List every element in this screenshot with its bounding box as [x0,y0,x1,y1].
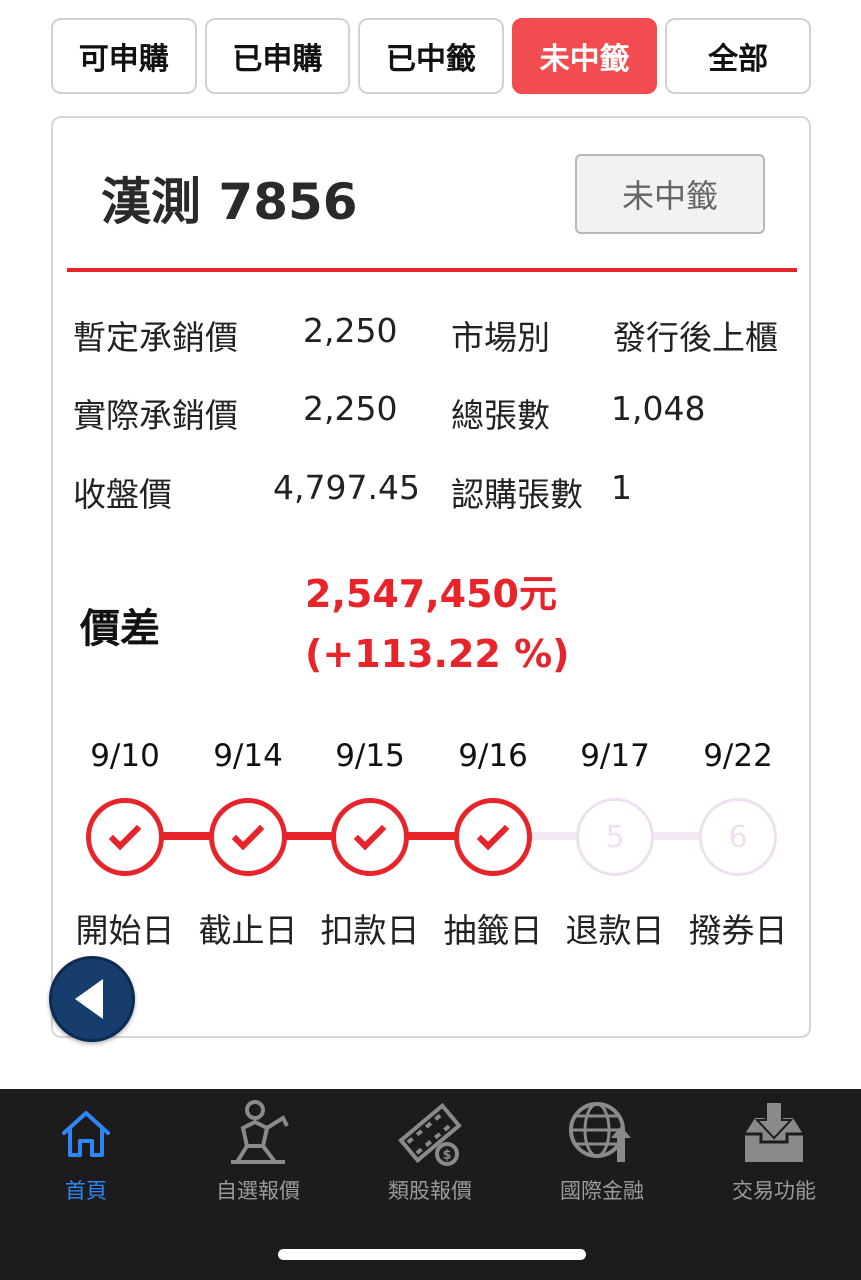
step-label-1: 開始日 [75,911,175,950]
svg-text:$: $ [442,1148,451,1163]
inbox-download-icon [738,1097,810,1169]
stock-title: 漢測 7856 [101,173,358,231]
tab-won[interactable]: 已中籤 [358,18,504,94]
price-diff-value: 2,547,450元 (+113.22 %) [305,572,570,676]
divider [67,268,797,272]
nav-watchlist-label: 自選報價 [216,1179,300,1203]
subscribe-lots-value: 1 [611,468,632,507]
tab-applied[interactable]: 已申購 [204,18,351,94]
step-circle-6: 6 [699,798,777,876]
subscribe-lots-label: 認購張數 [451,475,583,514]
step-circle-4 [454,798,532,876]
close-price-label: 收盤價 [73,475,172,514]
step-circle-5: 5 [576,798,654,876]
nav-sector-label: 類股報價 [388,1179,472,1203]
check-icon [108,817,142,851]
step-label-5: 退款日 [565,911,665,950]
nav-international-label: 國際金融 [560,1179,644,1203]
nav-international[interactable]: 國際金融 [527,1097,677,1207]
step-date-3: 9/15 [335,738,405,774]
film-coin-icon: $ [394,1097,466,1169]
step-circle-2 [209,798,287,876]
tentative-price-label: 暫定承銷價 [73,318,238,357]
person-chart-icon [222,1097,294,1169]
nav-trade-label: 交易功能 [732,1179,816,1203]
globe-arrow-icon [566,1097,638,1169]
market-value: 發行後上櫃 [613,318,778,357]
filter-tabs: 可申購 已申購 已中籤 未中籤 全部 [51,18,811,94]
step-label-2: 截止日 [198,911,298,950]
step-label-3: 扣款日 [320,911,420,950]
back-button[interactable] [49,956,135,1042]
nav-home-label: 首頁 [65,1179,107,1203]
step-date-6: 9/22 [703,738,773,774]
step-date-2: 9/14 [213,738,283,774]
nav-sector[interactable]: $ 類股報價 [355,1097,505,1207]
nav-home[interactable]: 首頁 [11,1097,161,1207]
step-circle-1 [86,798,164,876]
status-button[interactable]: 未中籤 [575,154,765,234]
check-icon [476,817,510,851]
actual-price-label: 實際承銷價 [73,396,238,435]
total-lots-label: 總張數 [451,396,550,435]
step-date-1: 9/10 [90,738,160,774]
check-icon [231,817,265,851]
actual-price-value: 2,250 [303,389,398,428]
ipo-card: 漢測 7856 未中籤 暫定承銷價 2,250 市場別 發行後上櫃 實際承銷價 … [51,116,811,1038]
home-indicator[interactable] [278,1249,586,1260]
back-arrow-icon [75,979,103,1019]
step-date-5: 9/17 [580,738,650,774]
tentative-price-value: 2,250 [303,311,398,350]
market-label: 市場別 [451,318,550,357]
tab-not-won[interactable]: 未中籤 [511,18,658,94]
total-lots-value: 1,048 [611,389,706,428]
close-price-value: 4,797.45 [273,468,420,507]
home-icon [50,1097,122,1169]
price-diff-label: 價差 [80,606,160,652]
tab-available[interactable]: 可申購 [51,18,197,94]
step-label-6: 撥券日 [688,911,788,950]
tab-all[interactable]: 全部 [665,18,811,94]
step-date-4: 9/16 [458,738,528,774]
step-label-4: 抽籤日 [443,911,543,950]
step-circle-3 [331,798,409,876]
nav-trade[interactable]: 交易功能 [699,1097,849,1207]
timeline-progress-line [125,832,493,840]
nav-watchlist[interactable]: 自選報價 [183,1097,333,1207]
check-icon [353,817,387,851]
